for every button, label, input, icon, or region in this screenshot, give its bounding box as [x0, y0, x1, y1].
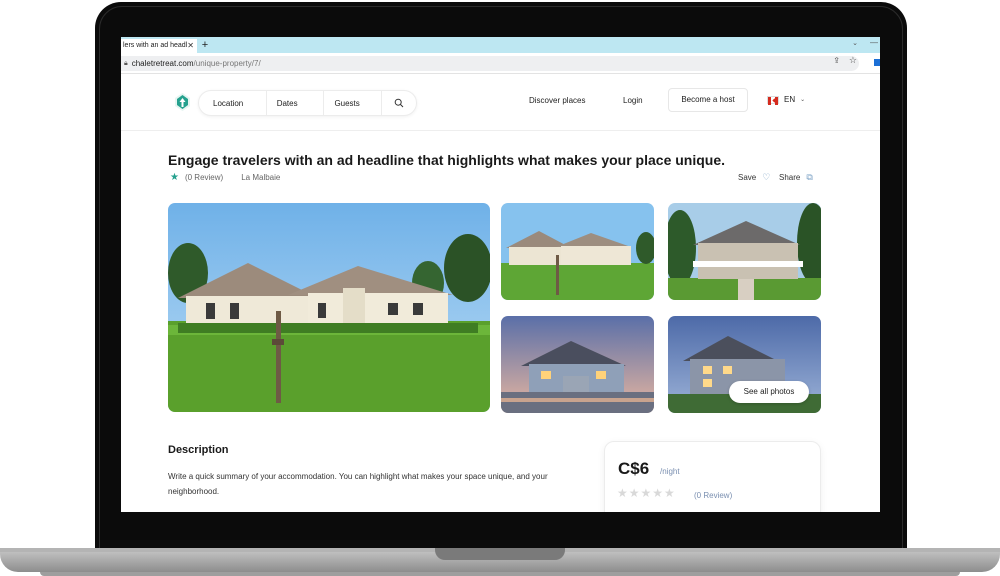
price-unit: /night: [660, 467, 680, 476]
extension-icon[interactable]: [874, 59, 880, 66]
search-location[interactable]: Location: [199, 91, 267, 115]
nav-login[interactable]: Login: [623, 96, 643, 105]
photo-3[interactable]: [501, 316, 654, 413]
heart-icon: ♡: [762, 172, 771, 182]
chevron-down-icon[interactable]: ⌄: [852, 39, 858, 47]
url-text: chaletretreat.com/unique-property/7/: [132, 59, 261, 68]
description-heading: Description: [168, 444, 229, 456]
language-label: EN: [784, 95, 796, 104]
star-icon: ★: [170, 172, 179, 183]
save-label: Save: [738, 173, 757, 182]
url-path: /unique-property/7/: [193, 59, 261, 68]
listing-reviews[interactable]: (0 Review): [185, 173, 223, 182]
listing-title: Engage travelers with an ad headline tha…: [168, 152, 726, 168]
share-page-icon[interactable]: ⇪: [833, 56, 840, 65]
external-link-icon: ⧉: [806, 172, 813, 182]
bookmark-star-icon[interactable]: ☆: [849, 55, 857, 66]
house-photo-main: [168, 203, 490, 412]
description-body: Write a quick summary of your accommodat…: [168, 472, 548, 496]
lock-icon: 🔒︎: [124, 59, 128, 67]
canada-flag-icon: [767, 95, 779, 105]
search-guests[interactable]: Guests: [324, 91, 383, 115]
photo-main[interactable]: [168, 203, 490, 412]
price: C$6: [618, 459, 650, 478]
site-header: Location Dates Guests Discover places Lo…: [121, 74, 880, 131]
url-field[interactable]: 🔒︎ chaletretreat.com/unique-property/7/: [121, 56, 859, 71]
minimize-icon[interactable]: —: [870, 38, 878, 47]
photo-1[interactable]: [501, 203, 654, 300]
laptop-notch: [435, 548, 565, 560]
share-label: Share: [779, 173, 801, 182]
laptop-shadow: [40, 572, 960, 576]
nav-discover-places[interactable]: Discover places: [529, 96, 585, 105]
new-tab-button[interactable]: +: [197, 39, 213, 53]
tab-title: lers with an ad headl: [123, 42, 188, 49]
become-host-button[interactable]: Become a host: [668, 88, 748, 112]
browser-tab[interactable]: lers with an ad headl ✕: [121, 39, 197, 53]
house-photo-1: [501, 203, 654, 300]
browser-tab-bar: lers with an ad headl ✕ + ⌄ —: [121, 37, 880, 53]
share-button[interactable]: Share ⧉: [779, 172, 813, 183]
house-photo-3: [501, 316, 654, 413]
listing-location[interactable]: La Malbaie: [241, 173, 280, 182]
rating-stars: ★★★★★: [617, 486, 676, 500]
address-bar: 🔒︎ chaletretreat.com/unique-property/7/ …: [121, 53, 880, 74]
search-bar: Location Dates Guests: [198, 90, 417, 116]
listing-meta: ★ (0 Review) La Malbaie: [170, 172, 280, 183]
booking-card: C$6 /night ★★★★★ (0 Review): [604, 441, 821, 512]
booking-reviews[interactable]: (0 Review): [694, 491, 732, 500]
close-icon[interactable]: ✕: [187, 39, 194, 53]
house-photo-2: [668, 203, 821, 300]
photo-2[interactable]: [668, 203, 821, 300]
chevron-down-icon: ⌄: [800, 97, 806, 103]
url-host: chaletretreat.com: [131, 59, 194, 68]
search-dates[interactable]: Dates: [267, 91, 325, 115]
see-all-photos-button[interactable]: See all photos: [729, 381, 809, 403]
language-selector[interactable]: EN ⌄: [767, 95, 806, 105]
magnifier-icon: [394, 98, 404, 108]
logo-icon[interactable]: [174, 93, 191, 113]
search-icon[interactable]: [382, 91, 416, 115]
save-button[interactable]: Save ♡: [738, 172, 770, 183]
screen: lers with an ad headl ✕ + ⌄ — 🔒︎ chaletr…: [121, 37, 880, 512]
